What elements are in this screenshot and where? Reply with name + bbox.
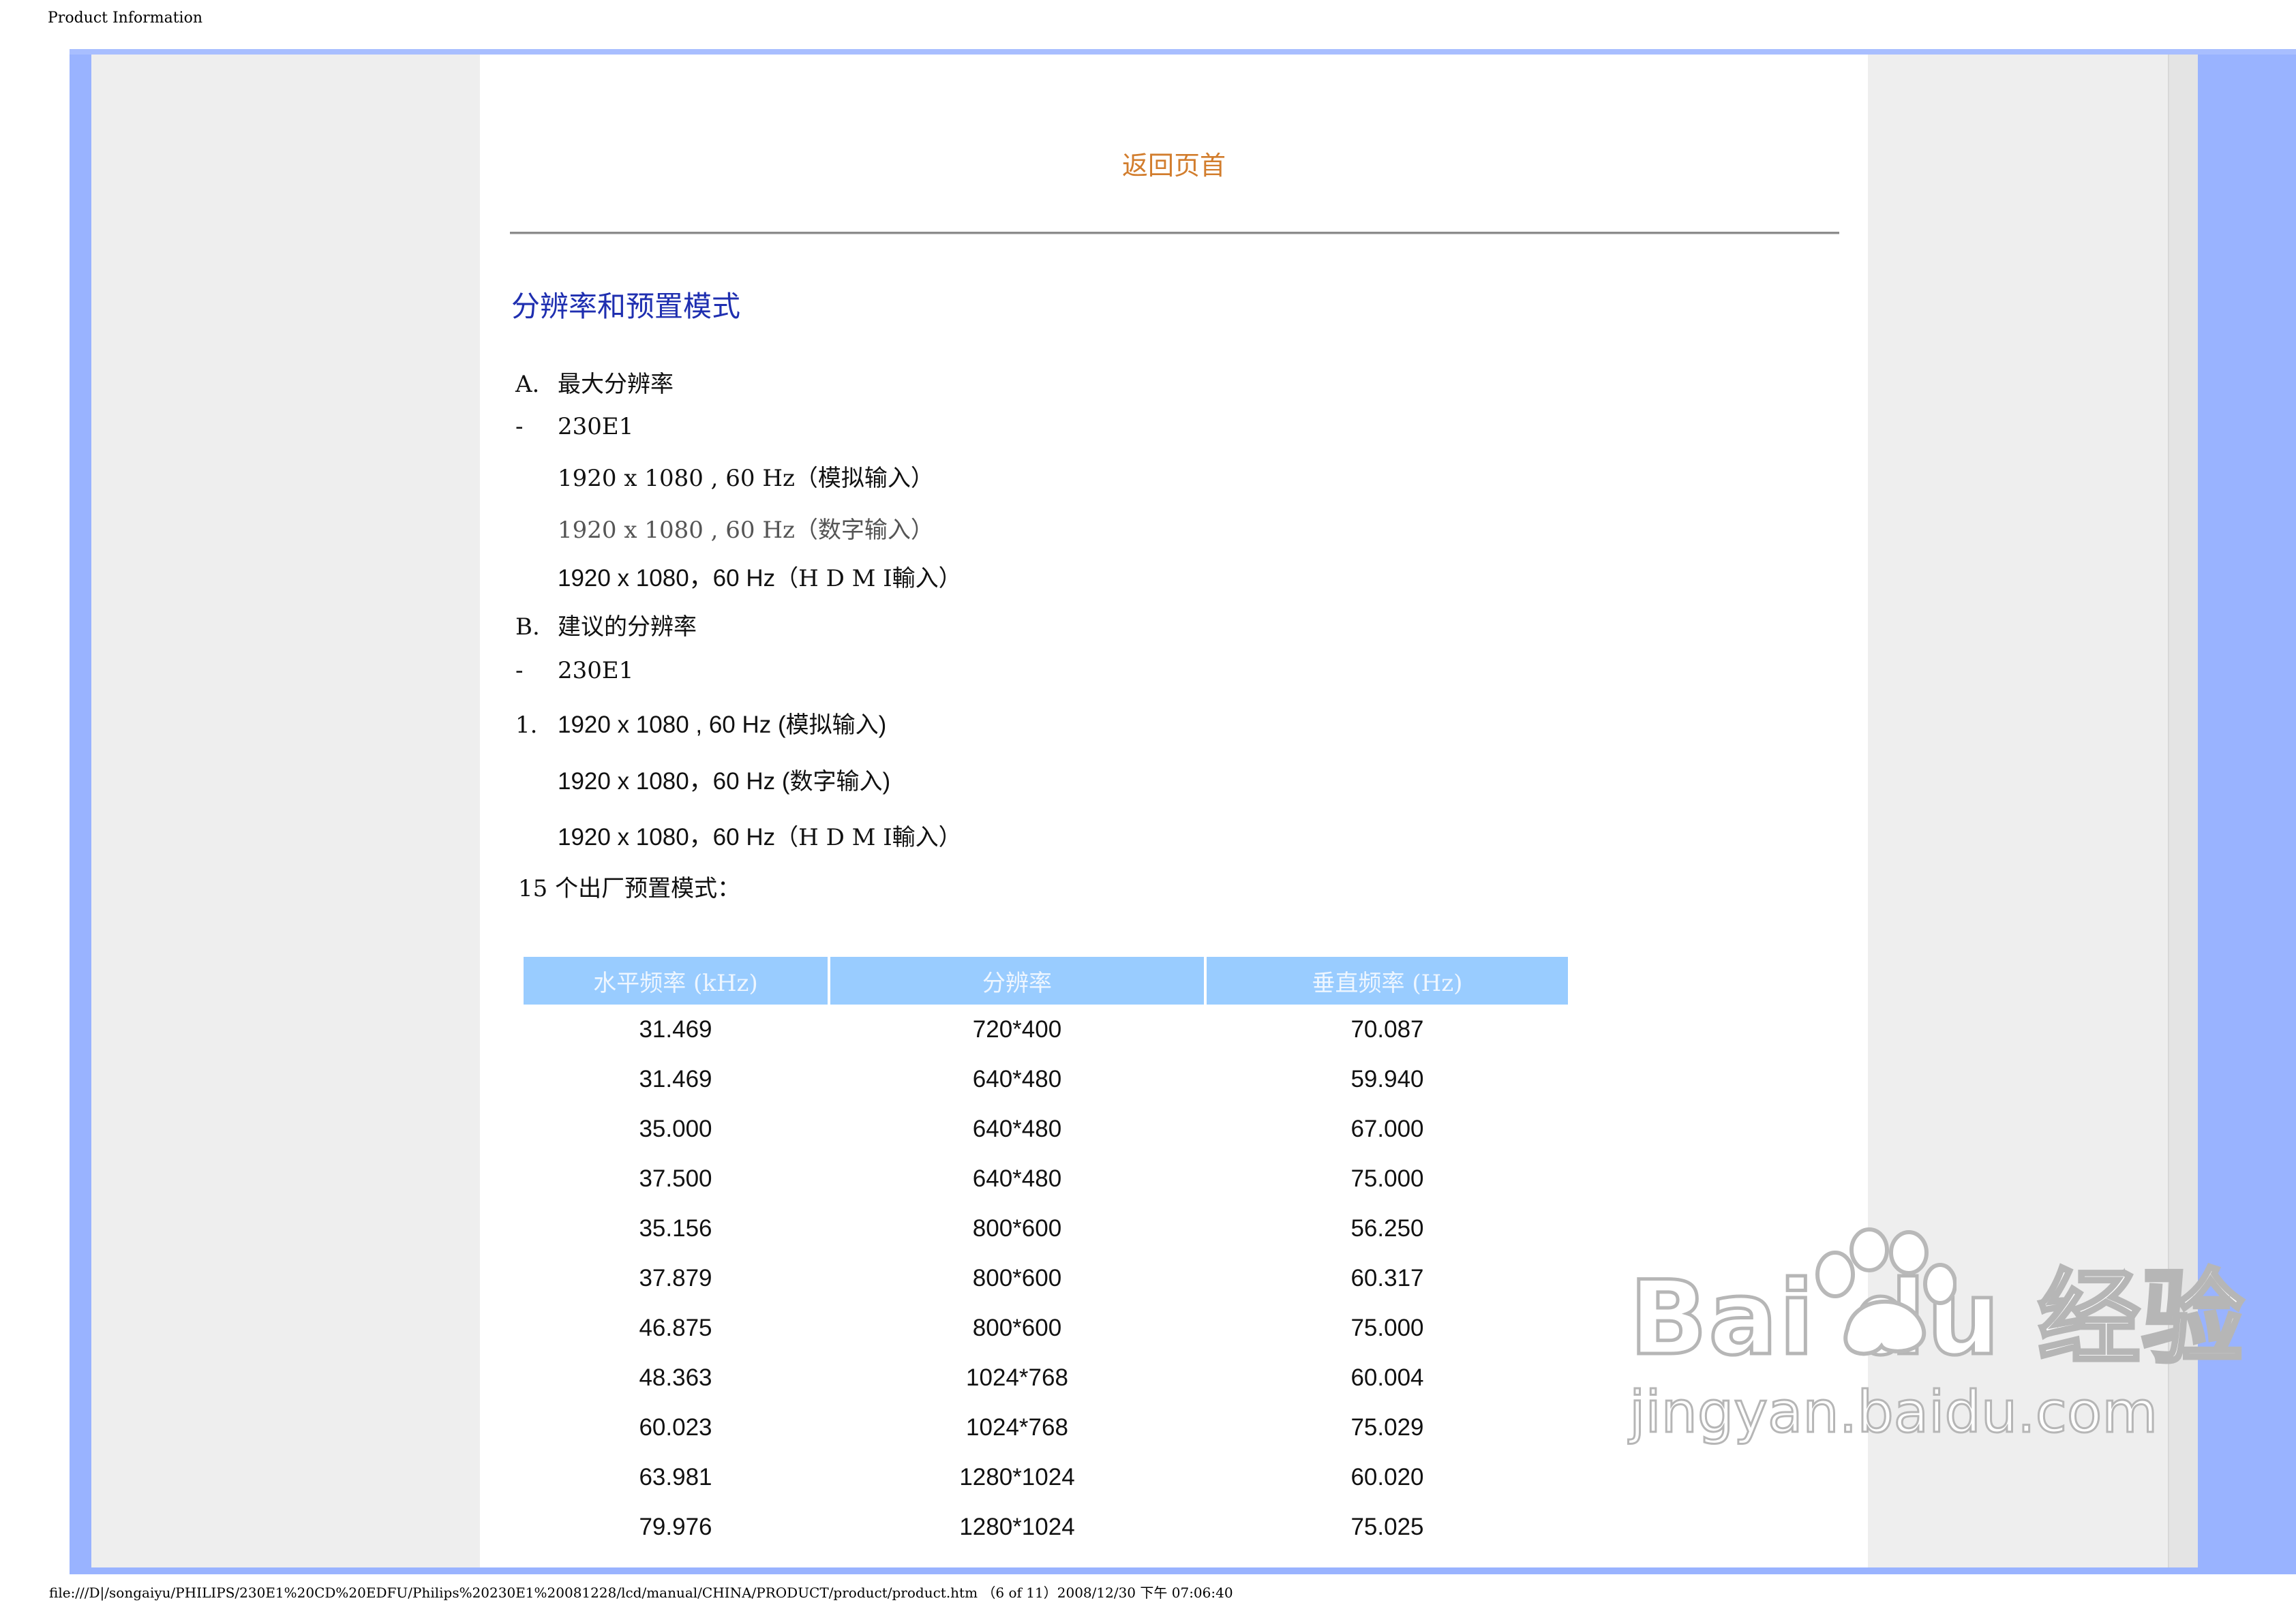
cell-resolution: 1024*768 bbox=[966, 1364, 1068, 1391]
max-res-model: -230E1 bbox=[515, 413, 634, 440]
cell-vfreq: 60.317 bbox=[1350, 1264, 1424, 1291]
cell-hfreq: 63.981 bbox=[639, 1463, 712, 1490]
cell-hfreq: 31.469 bbox=[639, 1015, 712, 1043]
rec-res-analog: 1. 1920 x 1080 , 60 Hz (模拟输入) bbox=[515, 711, 887, 739]
table-row: 63.981 1280*1024 60.020 bbox=[524, 1452, 1568, 1502]
presets-label: 15 个出厂预置模式： bbox=[518, 875, 741, 902]
rec-res-digital: 1920 x 1080，60 Hz (数字输入) bbox=[558, 768, 891, 795]
cell-vfreq: 70.087 bbox=[1350, 1015, 1424, 1043]
page-header: Product Information bbox=[48, 10, 203, 27]
baidu-watermark: Bai du 经验 jingyan.baidu.com bbox=[1628, 1227, 2246, 1445]
table-row: 37.879 800*600 60.317 bbox=[524, 1253, 1568, 1303]
cell-hfreq: 37.500 bbox=[639, 1165, 712, 1192]
back-to-top-link[interactable]: 返回页首 bbox=[480, 144, 1868, 182]
cell-resolution: 720*400 bbox=[972, 1015, 1062, 1043]
cell-resolution: 1024*768 bbox=[966, 1413, 1068, 1441]
max-res-digital: 1920 x 1080 , 60 Hz（数字输入） bbox=[558, 517, 934, 544]
cell-vfreq: 59.940 bbox=[1350, 1065, 1424, 1092]
cell-resolution: 800*600 bbox=[972, 1314, 1062, 1341]
cell-resolution: 800*600 bbox=[972, 1264, 1062, 1291]
cell-hfreq: 35.156 bbox=[639, 1214, 712, 1242]
cell-hfreq: 48.363 bbox=[639, 1364, 712, 1391]
cell-vfreq: 75.000 bbox=[1350, 1314, 1424, 1341]
table-row: 31.469 640*480 59.940 bbox=[524, 1054, 1568, 1104]
table-row: 31.469 720*400 70.087 bbox=[524, 1005, 1568, 1054]
col-header-resolution: 分辨率 bbox=[830, 957, 1204, 1005]
rec-res-heading: B. 建议的分辨率 bbox=[515, 613, 697, 641]
table-row: 37.500 640*480 75.000 bbox=[524, 1154, 1568, 1204]
cell-hfreq: 35.000 bbox=[639, 1115, 712, 1142]
cell-vfreq: 75.029 bbox=[1350, 1413, 1424, 1441]
table-row: 60.023 1024*768 75.029 bbox=[524, 1403, 1568, 1452]
table-row: 35.156 800*600 56.250 bbox=[524, 1204, 1568, 1253]
cell-vfreq: 60.020 bbox=[1350, 1463, 1424, 1490]
cell-resolution: 800*600 bbox=[972, 1214, 1062, 1242]
section-title: 分辨率和预置模式 bbox=[511, 290, 741, 323]
cell-vfreq: 60.004 bbox=[1350, 1364, 1424, 1391]
cell-resolution: 1280*1024 bbox=[959, 1463, 1075, 1490]
table-row: 35.000 640*480 67.000 bbox=[524, 1104, 1568, 1154]
divider bbox=[510, 232, 1839, 234]
cell-hfreq: 79.976 bbox=[639, 1513, 712, 1540]
cell-vfreq: 67.000 bbox=[1350, 1115, 1424, 1142]
table-header-row: 水平频率 (kHz) 分辨率 垂直频率 (Hz) bbox=[524, 957, 1568, 1005]
max-res-hdmi: 1920 x 1080，60 Hz（H D M I輸入） bbox=[558, 565, 962, 592]
watermark-url: jingyan.baidu.com bbox=[1629, 1379, 2159, 1445]
table-row: 48.363 1024*768 60.004 bbox=[524, 1353, 1568, 1403]
table-row: 79.976 1280*1024 75.025 bbox=[524, 1502, 1568, 1552]
col-header-vfreq: 垂直频率 (Hz) bbox=[1207, 957, 1568, 1005]
cell-resolution: 640*480 bbox=[972, 1165, 1062, 1192]
rec-res-model: -230E1 bbox=[515, 657, 634, 684]
cell-hfreq: 60.023 bbox=[639, 1413, 712, 1441]
cell-vfreq: 75.025 bbox=[1350, 1513, 1424, 1540]
preset-modes-table: 水平频率 (kHz) 分辨率 垂直频率 (Hz) 31.469 720*400 70… bbox=[521, 957, 1571, 1552]
cell-resolution: 1280*1024 bbox=[959, 1513, 1075, 1540]
cell-vfreq: 75.000 bbox=[1350, 1165, 1424, 1192]
cell-resolution: 640*480 bbox=[972, 1115, 1062, 1142]
col-header-hfreq: 水平频率 (kHz) bbox=[524, 957, 828, 1005]
paw-icon bbox=[1815, 1227, 1957, 1356]
cell-resolution: 640*480 bbox=[972, 1065, 1062, 1092]
cell-vfreq: 56.250 bbox=[1350, 1214, 1424, 1242]
page-footer: file:///D|/songaiyu/PHILIPS/230E1%20CD%2… bbox=[49, 1585, 1233, 1601]
cell-hfreq: 37.879 bbox=[639, 1264, 712, 1291]
rec-res-hdmi: 1920 x 1080，60 Hz（H D M I輸入） bbox=[558, 824, 962, 851]
cell-hfreq: 31.469 bbox=[639, 1065, 712, 1092]
left-pane bbox=[91, 55, 480, 1567]
max-res-analog: 1920 x 1080 , 60 Hz（模拟输入） bbox=[558, 465, 934, 492]
marker: A. bbox=[515, 371, 540, 398]
table-row: 46.875 800*600 75.000 bbox=[524, 1303, 1568, 1353]
max-res-heading: A. 最大分辨率 bbox=[515, 371, 674, 398]
cell-hfreq: 46.875 bbox=[639, 1314, 712, 1341]
